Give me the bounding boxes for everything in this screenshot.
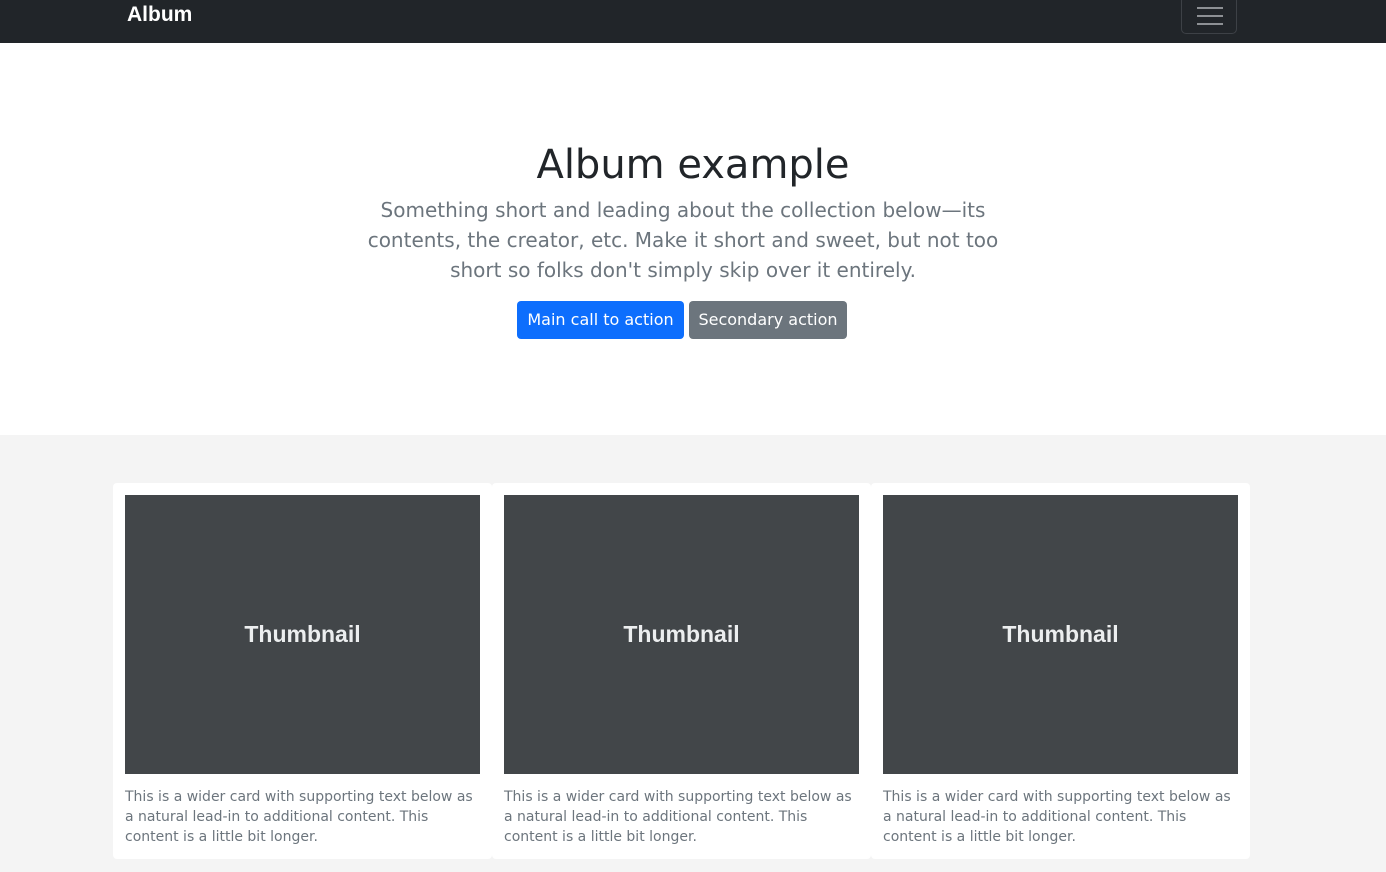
thumbnail-label: Thumbnail	[1002, 621, 1119, 647]
card-thumbnail: Thumbnail	[504, 495, 859, 774]
card-text: This is a wider card with supporting tex…	[125, 789, 473, 845]
navbar: Album	[0, 0, 1386, 43]
album-section: Thumbnail This is a wider card with supp…	[0, 435, 1386, 872]
main-call-to-action-button[interactable]: Main call to action	[517, 301, 684, 339]
thumbnail-label: Thumbnail	[623, 621, 740, 647]
hero-lead-text: Something short and leading about the co…	[367, 198, 999, 282]
navbar-toggler-button[interactable]	[1181, 0, 1237, 34]
card-text: This is a wider card with supporting tex…	[883, 789, 1231, 845]
secondary-action-button[interactable]: Secondary action	[689, 301, 847, 339]
card-text: This is a wider card with supporting tex…	[504, 789, 852, 845]
hero-section: Album example Something short and leadin…	[0, 43, 1386, 435]
album-card: Thumbnail This is a wider card with supp…	[492, 483, 871, 859]
album-card: Thumbnail This is a wider card with supp…	[871, 483, 1250, 859]
card-thumbnail: Thumbnail	[125, 495, 480, 774]
card-thumbnail: Thumbnail	[883, 495, 1238, 774]
album-card: Thumbnail This is a wider card with supp…	[113, 483, 492, 859]
navbar-brand[interactable]: Album	[127, 2, 192, 28]
page-title: Album example	[536, 142, 850, 188]
thumbnail-label: Thumbnail	[244, 621, 361, 647]
